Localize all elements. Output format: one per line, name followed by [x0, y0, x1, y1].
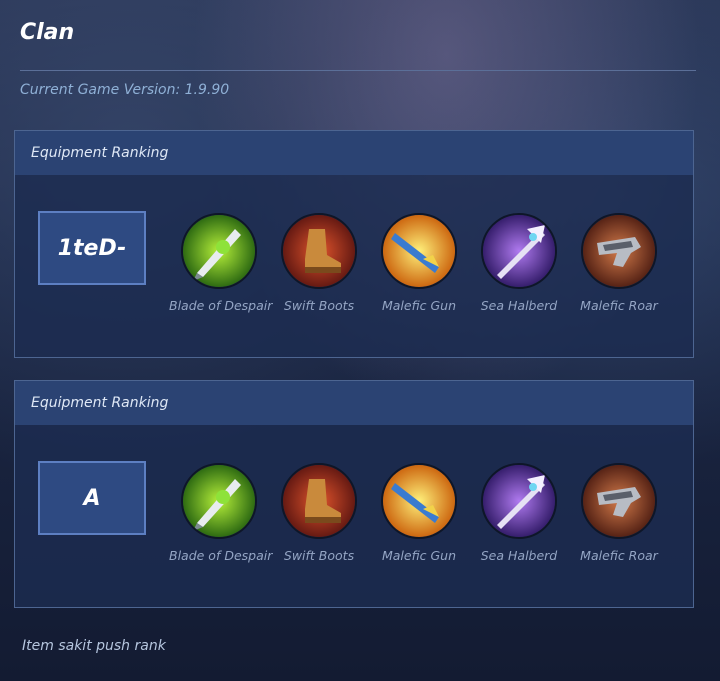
item-label: Swift Boots — [283, 548, 355, 563]
item-label: Malefic Gun — [381, 548, 457, 563]
rank-badge: 1teD- — [38, 211, 146, 285]
clan-page: Clan Current Game Version: 1.9.90 Equipm… — [0, 0, 720, 681]
equipment-item[interactable]: Malefic Gun — [369, 213, 469, 313]
blade-of-despair-icon — [181, 213, 257, 289]
item-label: Blade of Despair — [169, 548, 273, 563]
title-divider — [20, 70, 696, 71]
item-label: Malefic Roar — [580, 298, 658, 313]
sea-halberd-icon — [481, 463, 557, 539]
equipment-ranking-panel: Equipment Ranking A Blade of Despair Swi… — [14, 380, 694, 608]
equipment-item[interactable]: Malefic Gun — [369, 463, 469, 563]
swift-boots-icon — [281, 463, 357, 539]
equipment-item[interactable]: Blade of Despair — [169, 213, 273, 313]
item-label: Swift Boots — [283, 298, 355, 313]
item-label: Malefic Gun — [381, 298, 457, 313]
item-label: Sea Halberd — [480, 548, 558, 563]
equipment-item[interactable]: Malefic Roar — [569, 213, 669, 313]
equipment-item[interactable]: Sea Halberd — [469, 463, 569, 563]
item-label: Malefic Roar — [580, 548, 658, 563]
equipment-ranking-panel: Equipment Ranking 1teD- Blade of Despair… — [14, 130, 694, 358]
footer-comment: Item sakit push rank — [22, 638, 166, 654]
game-version-text: Current Game Version: 1.9.90 — [20, 82, 230, 98]
malefic-gun-icon — [381, 463, 457, 539]
panel-header: Equipment Ranking — [15, 381, 693, 425]
equipment-item[interactable]: Blade of Despair — [169, 463, 273, 563]
malefic-roar-icon — [581, 213, 657, 289]
malefic-roar-icon — [581, 463, 657, 539]
item-label: Blade of Despair — [169, 298, 273, 313]
equipment-item[interactable]: Sea Halberd — [469, 213, 569, 313]
panel-header: Equipment Ranking — [15, 131, 693, 175]
sea-halberd-icon — [481, 213, 557, 289]
blade-of-despair-icon — [181, 463, 257, 539]
rank-badge: A — [38, 461, 146, 535]
equipment-item[interactable]: Swift Boots — [269, 213, 369, 313]
page-title: Clan — [20, 20, 75, 45]
item-label: Sea Halberd — [480, 298, 558, 313]
swift-boots-icon — [281, 213, 357, 289]
equipment-item[interactable]: Malefic Roar — [569, 463, 669, 563]
malefic-gun-icon — [381, 213, 457, 289]
equipment-item[interactable]: Swift Boots — [269, 463, 369, 563]
